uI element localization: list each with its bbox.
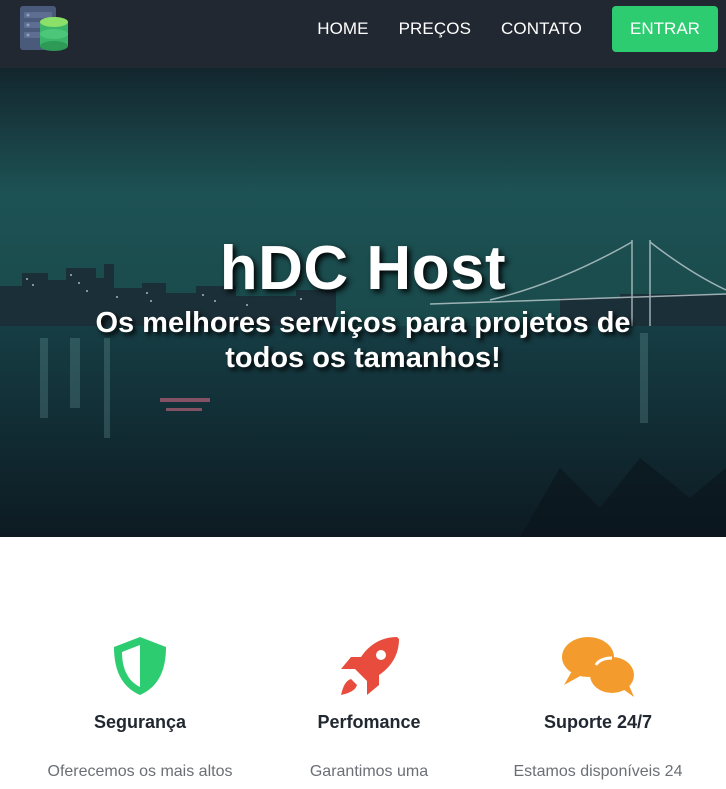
feature-support-title: Suporte 24/7 [543, 712, 653, 732]
feature-performance-title: Perfomance [317, 712, 421, 732]
shield-icon [30, 635, 250, 699]
hero-subtitle: Os melhores serviços para projetos de to… [95, 307, 631, 374]
rocket-icon [259, 635, 479, 699]
nav-home-link[interactable]: HOME [317, 19, 368, 39]
nav-links: HOME PREÇOS CONTATO ENTRAR [317, 6, 718, 52]
hero-section: hDC Host Os melhores serviços para proje… [0, 68, 726, 537]
enter-button[interactable]: ENTRAR [612, 6, 718, 52]
feature-security-title: Segurança [93, 712, 187, 732]
logo[interactable] [18, 4, 70, 54]
nav-contact-link[interactable]: CONTATO [501, 19, 582, 39]
nav-prices-link[interactable]: PREÇOS [399, 19, 471, 39]
feature-security-text: Oferecemos os mais altos [47, 763, 233, 780]
features-section: Segurança Oferecemos os mais altos Perfo… [0, 537, 726, 789]
feature-performance-text: Garantimos uma [309, 763, 429, 780]
navbar: HOME PREÇOS CONTATO ENTRAR [0, 0, 726, 68]
comments-icon [488, 635, 708, 699]
feature-support-text: Estamos disponíveis 24 [513, 763, 683, 780]
hero-title: hDC Host [219, 234, 507, 303]
